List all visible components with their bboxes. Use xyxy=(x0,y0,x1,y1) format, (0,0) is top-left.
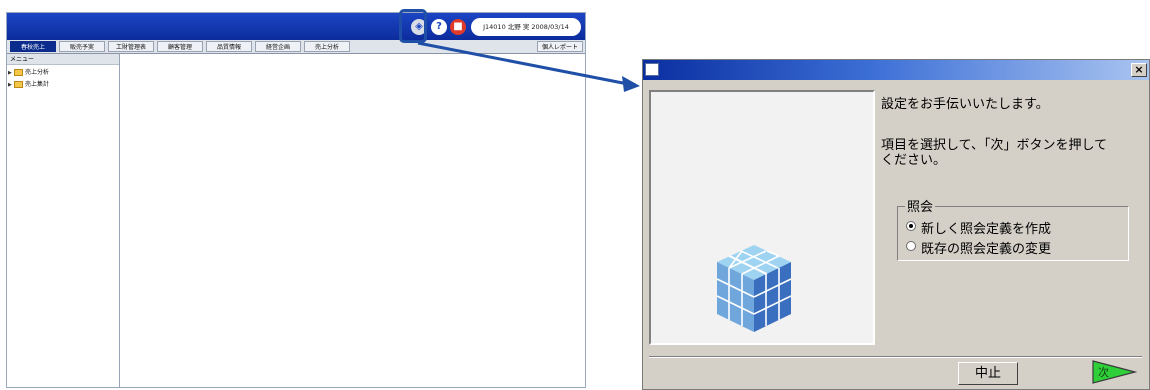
tab-3[interactable]: 顧客管理 xyxy=(157,41,203,52)
radio-new-definition[interactable] xyxy=(906,221,916,231)
illustration-panel xyxy=(649,90,875,345)
tab-2[interactable]: 工財管理表 xyxy=(108,41,154,52)
next-arrow-icon: 次 xyxy=(1092,360,1138,384)
next-button[interactable]: 次 xyxy=(1091,359,1138,385)
intro-text: 設定をお手伝いいたします。 xyxy=(881,97,1049,112)
tree-item-label: 売上分析 xyxy=(25,69,50,76)
folder-icon xyxy=(14,69,23,76)
option-label: 新しく照会定義を作成 xyxy=(921,222,1052,237)
highlight-box xyxy=(399,9,427,43)
window-icon xyxy=(645,63,659,76)
menu-title: メニュー xyxy=(7,54,119,65)
tab-5[interactable]: 経営企画 xyxy=(255,41,301,52)
option-label: 既存の照会定義の変更 xyxy=(921,242,1052,257)
help-icon[interactable]: ? xyxy=(431,19,447,35)
radio-change-definition[interactable] xyxy=(906,241,916,251)
tab-1[interactable]: 販売予実 xyxy=(59,41,105,52)
folder-icon xyxy=(14,81,23,88)
tree-item-sales-summary[interactable]: ▶ 売上集計 xyxy=(8,80,49,90)
cancel-button[interactable]: 中止 xyxy=(958,362,1018,385)
close-icon[interactable]: × xyxy=(1131,63,1147,77)
tree-item-label: 売上集計 xyxy=(25,81,50,88)
tab-4[interactable]: 品質情報 xyxy=(206,41,252,52)
wizard-cube-icon xyxy=(716,245,792,332)
menu-pane: メニュー ▶ 売上分析 ▶ 売上集計 xyxy=(7,54,120,387)
instruction-line-2: ください。 xyxy=(881,153,947,168)
main-app-window: ◈ ? ■ J14010 北野 実 2008/03/14 春秋売上 販売予実 工… xyxy=(6,12,586,388)
tab-personal-report[interactable]: 個人レポート xyxy=(537,41,583,52)
app-header: ◈ ? ■ J14010 北野 実 2008/03/14 xyxy=(7,13,585,40)
next-label: 次 xyxy=(1098,365,1109,379)
exit-icon[interactable]: ■ xyxy=(450,19,466,35)
separator xyxy=(649,356,1142,358)
tab-0[interactable]: 春秋売上 xyxy=(10,41,56,52)
group-label: 照会 xyxy=(905,196,936,215)
user-info-label: J14010 北野 実 2008/03/14 xyxy=(471,18,581,36)
tab-bar: 春秋売上 販売予実 工財管理表 顧客管理 品質情報 経営企画 売上分析 個人レポ… xyxy=(7,40,585,54)
wizard-dialog: × 設定をお手伝いいたします。 項目を選択して、「次」ボタンを押して ください。… xyxy=(642,59,1150,390)
dialog-titlebar: × xyxy=(643,60,1149,80)
tree-item-sales-analysis[interactable]: ▶ 売上分析 xyxy=(8,68,49,78)
tab-6[interactable]: 売上分析 xyxy=(304,41,350,52)
